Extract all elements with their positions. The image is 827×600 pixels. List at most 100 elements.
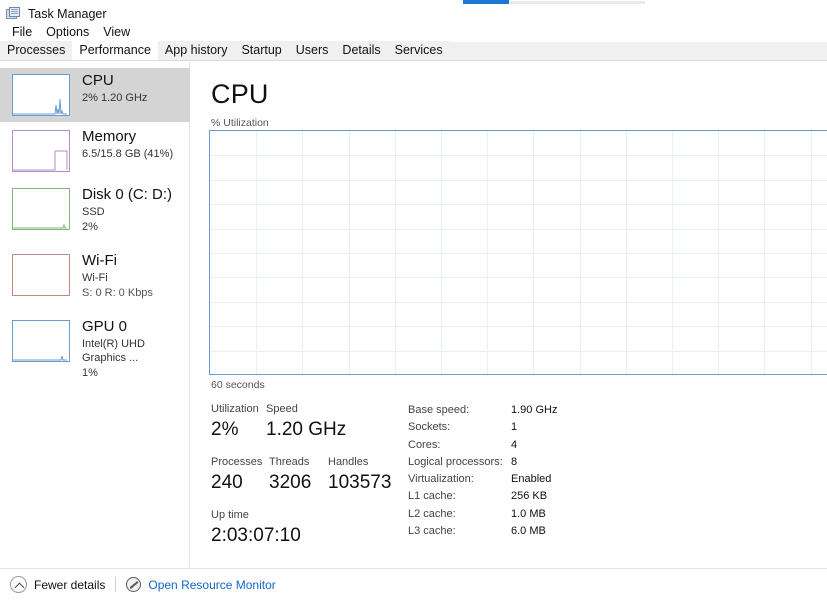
- graph-gridline-horizontal: [210, 180, 827, 181]
- spec-row: Sockets: 1: [408, 419, 638, 436]
- stat-speed: Speed 1.20 GHz: [266, 402, 346, 443]
- window-title: Task Manager: [28, 7, 107, 21]
- spec-sockets-value: 1: [511, 421, 518, 434]
- spec-row: L3 cache: 6.0 MB: [408, 523, 638, 540]
- sidebar-item-gpu-title: GPU 0: [82, 318, 128, 335]
- stat-uptime: Up time 2:03:07:10: [211, 508, 301, 549]
- menu-bar: File Options View: [0, 23, 137, 41]
- spec-l2-cache-label: L2 cache:: [408, 507, 456, 520]
- chevron-up-icon[interactable]: [10, 576, 27, 593]
- tab-services[interactable]: Services: [387, 41, 450, 60]
- background-window-bar: [509, 1, 645, 4]
- wifi-thumbnail-graph: [12, 254, 70, 296]
- graph-gridline-horizontal: [210, 277, 827, 278]
- cpu-sparkline: [13, 98, 67, 115]
- stat-processes-label: Processes: [211, 456, 263, 468]
- disk-thumbnail-graph: [12, 188, 70, 230]
- spec-l3-cache-value: 6.0 MB: [511, 525, 546, 538]
- tab-app-history[interactable]: App history: [157, 41, 235, 60]
- stat-handles-value: 103573: [328, 472, 392, 493]
- sidebar-item-gpu-line1: Intel(R) UHD Graphics ...: [82, 338, 145, 364]
- stat-handles-label: Handles: [328, 456, 369, 468]
- tab-strip: Processes Performance App history Startu…: [0, 41, 827, 61]
- tab-processes[interactable]: Processes: [0, 41, 73, 60]
- spec-row: Virtualization: Enabled: [408, 471, 638, 488]
- gpu-thumbnail-graph: [12, 320, 70, 362]
- spec-cores-label: Cores:: [408, 438, 441, 451]
- divider: [115, 577, 117, 592]
- task-manager-window: Task Manager File Options View Processes…: [0, 0, 827, 600]
- sidebar-item-cpu-title: CPU: [82, 72, 114, 89]
- spec-row: L1 cache: 256 KB: [408, 488, 638, 505]
- stat-speed-value: 1.20 GHz: [266, 419, 347, 440]
- sidebar-item-cpu-line1: 2% 1.20 GHz: [82, 92, 148, 104]
- stat-utilization-value: 2%: [211, 419, 239, 440]
- sidebar-item-cpu[interactable]: CPU 2% 1.20 GHz: [0, 68, 190, 122]
- spec-l1-cache-value: 256 KB: [511, 490, 548, 503]
- spec-row: L2 cache: 1.0 MB: [408, 506, 638, 523]
- stat-utilization: Utilization 2%: [211, 402, 266, 443]
- cpu-stats: Utilization 2% Speed 1.20 GHz Processes …: [211, 402, 401, 549]
- open-resource-monitor-link[interactable]: Open Resource Monitor: [148, 578, 275, 592]
- menu-item-file[interactable]: File: [5, 25, 39, 39]
- spec-row: Base speed: 1.90 GHz: [408, 402, 638, 419]
- stat-speed-label: Speed: [266, 403, 298, 415]
- tab-performance[interactable]: Performance: [72, 41, 158, 60]
- sidebar-item-disk-title: Disk 0 (C: D:): [82, 186, 172, 203]
- sidebar-item-wifi-line2: S: 0 R: 0 Kbps: [82, 287, 153, 299]
- spec-logical-processors-label: Logical processors:: [408, 455, 503, 468]
- graph-gridline-horizontal: [210, 155, 827, 156]
- background-window-accent: [463, 0, 509, 4]
- spec-base-speed-value: 1.90 GHz: [511, 404, 558, 416]
- resource-sidebar: CPU 2% 1.20 GHz Memory 6.5/15.8 GB (41%): [0, 62, 190, 567]
- spec-row: Cores: 4: [408, 437, 638, 454]
- stat-processes: Processes 240: [211, 455, 269, 496]
- graph-gridline-horizontal: [210, 326, 827, 327]
- spec-sockets-label: Sockets:: [408, 421, 451, 434]
- tab-startup[interactable]: Startup: [234, 41, 289, 60]
- spec-l3-cache-label: L3 cache:: [408, 525, 456, 538]
- sidebar-item-gpu-line2: 1%: [82, 367, 98, 379]
- tab-users[interactable]: Users: [288, 41, 336, 60]
- sidebar-item-gpu[interactable]: GPU 0 Intel(R) UHD Graphics ... 1%: [0, 314, 190, 380]
- sidebar-item-wifi[interactable]: Wi-Fi Wi-Fi S: 0 R: 0 Kbps: [0, 248, 190, 314]
- cpu-utilization-graph: [209, 130, 827, 375]
- spec-logical-processors-value: 8: [511, 455, 518, 468]
- stat-uptime-label: Up time: [211, 509, 249, 521]
- spec-row: Logical processors: 8: [408, 454, 638, 471]
- performance-detail-panel: CPU % Utilization 60 seconds Utilization…: [191, 62, 827, 567]
- resource-monitor-icon[interactable]: [126, 577, 142, 592]
- graph-gridline-horizontal: [210, 253, 827, 254]
- stat-handles: Handles 103573: [328, 455, 391, 496]
- spec-l2-cache-value: 1.0 MB: [511, 507, 546, 520]
- sidebar-item-disk[interactable]: Disk 0 (C: D:) SSD 2%: [0, 182, 190, 248]
- sidebar-item-wifi-line1: Wi-Fi: [82, 272, 108, 284]
- graph-gridline-horizontal: [210, 351, 827, 352]
- disk-sparkline: [13, 223, 67, 229]
- cpu-specifications: Base speed: 1.90 GHz Sockets: 1 Cores: 4…: [408, 402, 638, 540]
- spec-l1-cache-label: L1 cache:: [408, 490, 456, 503]
- stat-uptime-value: 2:03:07:10: [211, 525, 301, 546]
- sidebar-item-disk-line1: SSD: [82, 206, 105, 218]
- cpu-thumbnail-graph: [12, 74, 70, 116]
- menu-item-view[interactable]: View: [96, 25, 137, 39]
- menu-item-options[interactable]: Options: [39, 25, 96, 39]
- tab-details[interactable]: Details: [335, 41, 388, 60]
- memory-sparkline: [13, 150, 68, 171]
- sidebar-item-memory-line1: 6.5/15.8 GB (41%): [82, 148, 174, 160]
- background-window-strip: [0, 0, 827, 6]
- graph-gridline-horizontal: [210, 302, 827, 303]
- spec-cores-value: 4: [511, 438, 518, 451]
- gpu-sparkline: [13, 355, 67, 361]
- stat-threads-label: Threads: [269, 456, 310, 468]
- status-bar: Fewer details Open Resource Monitor: [0, 568, 827, 600]
- graph-gridline-horizontal: [210, 204, 827, 205]
- sidebar-item-memory[interactable]: Memory 6.5/15.8 GB (41%): [0, 124, 190, 178]
- stat-threads: Threads 3206: [269, 455, 328, 496]
- spec-base-speed-label: Base speed:: [408, 404, 470, 416]
- sidebar-item-wifi-title: Wi-Fi: [82, 252, 117, 269]
- graph-time-label: 60 seconds: [211, 379, 265, 391]
- spec-virtualization-value: Enabled: [511, 473, 552, 486]
- title-bar: Task Manager: [0, 4, 107, 24]
- fewer-details-button[interactable]: Fewer details: [34, 578, 105, 592]
